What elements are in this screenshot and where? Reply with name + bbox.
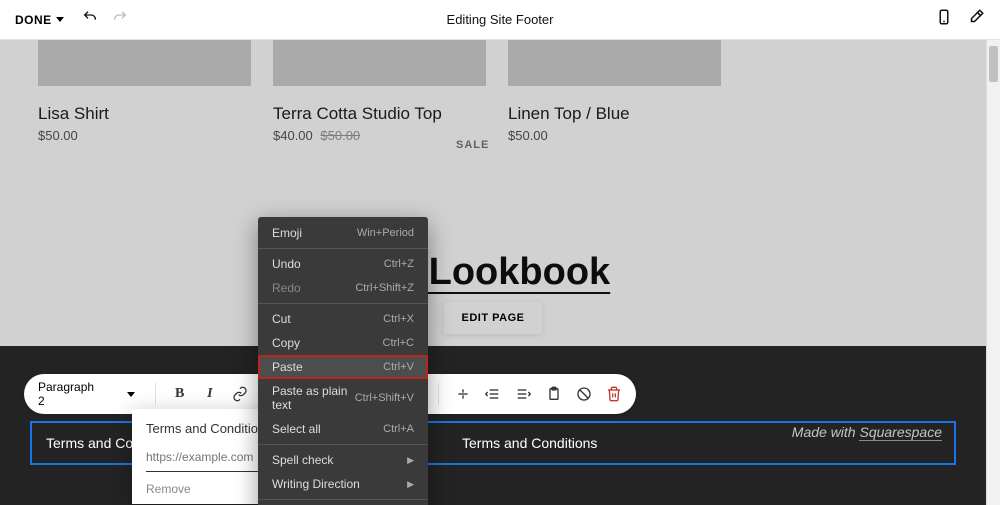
context-menu-item[interactable]: Cut Ctrl+X	[258, 307, 428, 331]
product-image	[508, 40, 721, 86]
sale-badge: SALE	[456, 139, 489, 151]
redo-button[interactable]	[112, 9, 128, 30]
context-menu: Emoji Win+Period Undo Ctrl+Z Redo Ctrl+Shift+…	[258, 217, 428, 505]
chevron-right-icon: ▶	[407, 455, 414, 466]
context-menu-item[interactable]: Copy Ctrl+C	[258, 331, 428, 355]
price-value: $50.00	[508, 128, 548, 143]
product-price: $50.00	[508, 128, 721, 143]
context-menu-shortcut: Ctrl+V	[383, 361, 414, 373]
context-menu-item[interactable]: Spell check ▶	[258, 448, 428, 472]
product-card[interactable]: Terra Cotta Studio Top $40.00 $50.00	[273, 40, 486, 143]
context-menu-label: Emoji	[272, 226, 302, 240]
top-right-controls	[935, 8, 985, 31]
done-label: DONE	[15, 13, 52, 27]
context-menu-label: Copy	[272, 336, 300, 350]
scrollbar-thumb[interactable]	[989, 46, 998, 82]
undo-button[interactable]	[82, 9, 98, 30]
chevron-down-icon	[56, 17, 64, 22]
context-menu-shortcut: Ctrl+Z	[384, 258, 414, 270]
product-name: Lisa Shirt	[38, 104, 251, 124]
page-title: Editing Site Footer	[447, 12, 554, 27]
context-menu-item[interactable]: Writing Direction ▶	[258, 472, 428, 496]
product-price: $50.00	[38, 128, 251, 143]
context-menu-shortcut: Ctrl+Shift+Z	[355, 282, 414, 294]
lookbook-title: 20 Lookbook	[0, 251, 986, 294]
context-menu-item[interactable]: Paste Ctrl+V	[258, 355, 428, 379]
strikethrough-button[interactable]	[451, 381, 475, 407]
clipboard-button[interactable]	[541, 381, 565, 407]
selected-text-right: Terms and Conditions	[462, 435, 597, 451]
text-style-select[interactable]: Paragraph 2	[34, 380, 143, 408]
clear-format-button[interactable]	[572, 381, 596, 407]
text-style-label: Paragraph 2	[38, 380, 97, 408]
link-button[interactable]	[228, 381, 252, 407]
separator	[155, 383, 156, 405]
paintbrush-icon[interactable]	[967, 8, 985, 31]
product-name: Linen Top / Blue	[508, 104, 721, 124]
delete-button[interactable]	[602, 381, 626, 407]
context-menu-label: Select all	[272, 422, 321, 436]
edit-page-button[interactable]: EDIT PAGE	[444, 302, 543, 334]
context-menu-shortcut: Ctrl+X	[383, 313, 414, 325]
product-card[interactable]: Linen Top / Blue $50.00	[508, 40, 721, 143]
mobile-preview-icon[interactable]	[935, 8, 953, 31]
separator	[438, 383, 439, 405]
context-menu-item[interactable]: Select all Ctrl+A	[258, 417, 428, 441]
context-menu-label: Writing Direction	[272, 477, 360, 491]
price-value: $50.00	[38, 128, 78, 143]
price-value: $40.00	[273, 128, 313, 143]
scrollbar[interactable]	[986, 40, 1000, 505]
context-menu-label: Spell check	[272, 453, 333, 467]
canvas: Lisa Shirt $50.00 Terra Cotta Studio Top…	[0, 40, 1000, 505]
product-price: $40.00 $50.00	[273, 128, 486, 143]
product-image	[273, 40, 486, 86]
context-menu-separator	[258, 248, 428, 249]
bold-button[interactable]: B	[168, 381, 192, 407]
top-toolbar: DONE Editing Site Footer	[0, 0, 1000, 40]
context-menu-item[interactable]: Paste as plain textCtrl+Shift+V	[258, 379, 428, 417]
link-remove-button[interactable]: Remove	[146, 482, 191, 496]
outdent-button[interactable]	[481, 381, 505, 407]
context-menu-shortcut: Ctrl+C	[383, 337, 414, 349]
chevron-right-icon: ▶	[407, 479, 414, 490]
product-image	[38, 40, 251, 86]
lookbook-section: 20 Lookbook EDIT PAGE	[0, 251, 986, 334]
context-menu-label: Paste	[272, 360, 303, 374]
product-name: Terra Cotta Studio Top	[273, 104, 486, 124]
context-menu-item[interactable]: Undo Ctrl+Z	[258, 252, 428, 276]
context-menu-shortcut: Ctrl+A	[383, 423, 414, 435]
context-menu-label: Undo	[272, 257, 301, 271]
price-old: $50.00	[320, 128, 360, 143]
context-menu-label: Cut	[272, 312, 291, 326]
chevron-down-icon	[127, 392, 135, 397]
done-button[interactable]: DONE	[15, 13, 64, 27]
context-menu-label: Redo	[272, 281, 301, 295]
context-menu-shortcut: Ctrl+Shift+V	[355, 392, 414, 404]
italic-button[interactable]: I	[198, 381, 222, 407]
product-card[interactable]: Lisa Shirt $50.00	[38, 40, 251, 143]
context-menu-separator	[258, 303, 428, 304]
context-menu-shortcut: Win+Period	[357, 227, 414, 239]
history-controls	[82, 9, 128, 30]
context-menu-item[interactable]: Redo Ctrl+Shift+Z	[258, 276, 428, 300]
product-row: Lisa Shirt $50.00 Terra Cotta Studio Top…	[0, 40, 986, 143]
context-menu-item[interactable]: Emoji Win+Period	[258, 221, 428, 245]
context-menu-separator	[258, 444, 428, 445]
context-menu-label: Paste as plain text	[272, 384, 355, 412]
context-menu-separator	[258, 499, 428, 500]
indent-button[interactable]	[511, 381, 535, 407]
